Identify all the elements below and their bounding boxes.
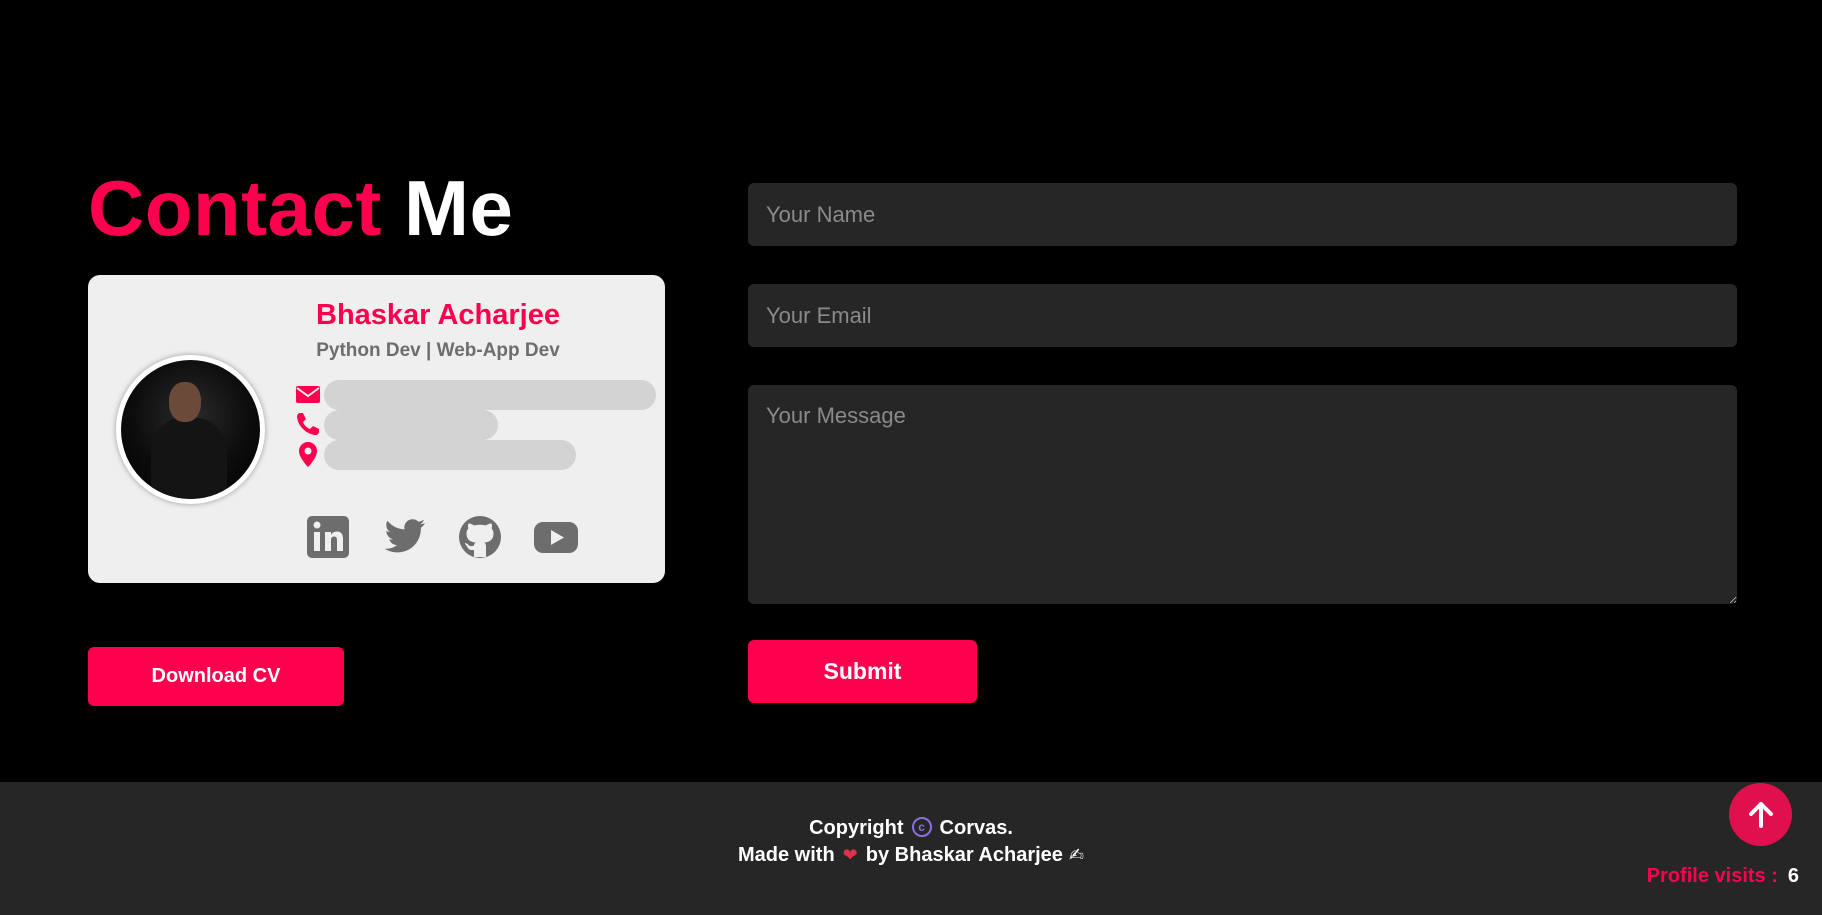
email-value-redacted [324, 380, 656, 410]
location-pin-icon [299, 442, 317, 467]
arrow-up-icon [1748, 801, 1773, 828]
github-icon[interactable] [455, 512, 505, 562]
made-with-label: Made with [738, 844, 835, 866]
profile-visits: Profile visits : 6 [1647, 865, 1799, 888]
phone-value-redacted [324, 410, 498, 440]
envelope-icon [296, 386, 320, 403]
twitter-icon[interactable] [379, 512, 429, 562]
location-value-redacted [324, 440, 576, 470]
avatar [116, 355, 265, 504]
profile-photo [121, 360, 260, 499]
youtube-icon[interactable] [531, 512, 581, 562]
download-cv-button[interactable]: Download CV [88, 647, 344, 706]
title-rest: Me [404, 164, 514, 252]
copyright-label: Copyright [809, 817, 904, 839]
submit-button[interactable]: Submit [748, 640, 977, 703]
card-name: Bhaskar Acharjee [316, 299, 560, 331]
phone-icon [297, 413, 319, 435]
contact-card: Bhaskar Acharjee Python Dev | Web-App De… [88, 275, 665, 583]
heart-icon: ❤ [842, 845, 858, 865]
writing-hand-icon: ✍ [1068, 845, 1084, 865]
message-textarea[interactable] [748, 385, 1737, 604]
contact-page: Contact Me Bhaskar Acharjee Python Dev |… [0, 0, 1822, 915]
title-accent: Contact [88, 164, 382, 252]
social-links [303, 512, 581, 562]
copyright-owner: Corvas. [939, 817, 1013, 839]
page-title: Contact Me [88, 163, 513, 253]
footer: Copyright c Corvas. Made with ❤ by Bhaskar A… [0, 782, 1822, 915]
name-input[interactable] [748, 183, 1737, 246]
scroll-to-top-button[interactable] [1729, 783, 1792, 846]
copyright-line: Copyright c Corvas. [0, 817, 1822, 840]
card-role: Python Dev | Web-App Dev [316, 340, 560, 361]
author-credit: by Bhaskar Acharjee [865, 844, 1063, 866]
credit-line: Made with ❤ by Bhaskar Acharjee ✍ [0, 844, 1822, 867]
linkedin-icon[interactable] [303, 512, 353, 562]
copyright-icon: c [911, 817, 932, 838]
visits-count: 6 [1787, 865, 1799, 887]
visits-label: Profile visits : [1646, 865, 1778, 887]
email-input[interactable] [748, 284, 1737, 347]
